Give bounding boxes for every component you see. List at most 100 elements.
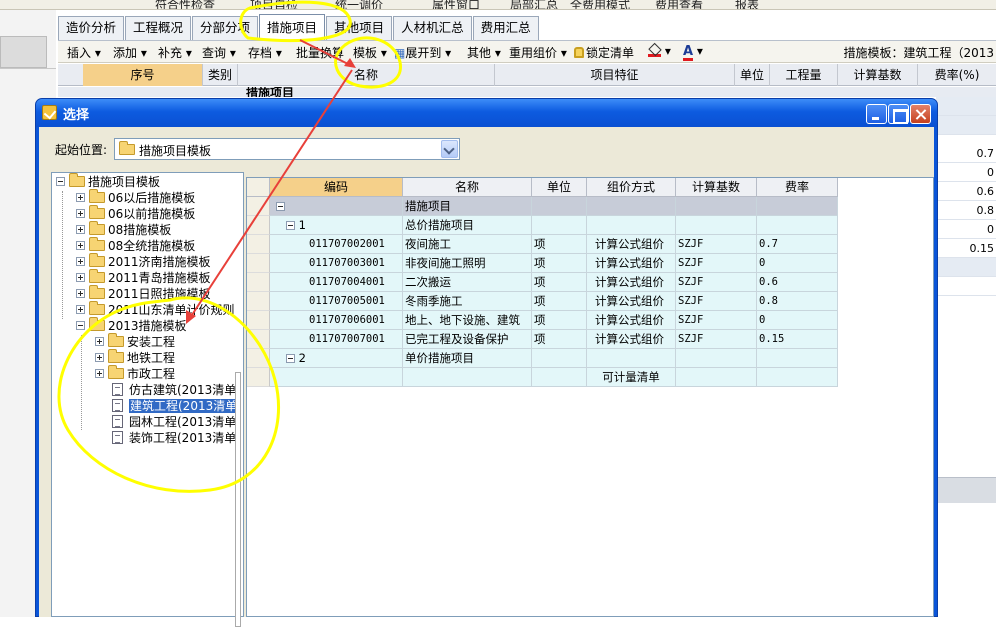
toolbar-item[interactable]: 符合性检查 [155,0,215,9]
toolbar-item[interactable]: 全费用模式 [570,0,630,9]
other-button[interactable]: 其他 ▾ [467,44,501,61]
tree-item[interactable]: 市政工程 [95,365,175,382]
archive-button[interactable]: 存档 ▾ [248,44,282,61]
grid-row[interactable]: 措施项目 [58,87,996,97]
reuse-pricing-button[interactable]: 重用组价 ▾ [509,44,567,61]
column-header[interactable]: 项目特征 [495,64,735,86]
toolbar-item[interactable]: 统一调价 [335,0,383,9]
collapse-icon[interactable] [56,177,65,186]
expand-icon[interactable] [76,225,85,234]
tab-measures[interactable]: 措施项目 [259,14,326,40]
column-header[interactable]: 编码 [270,178,403,197]
chevron-down-icon[interactable] [441,140,458,158]
toolbar-item[interactable]: 费用查看 [655,0,703,9]
expand-icon[interactable] [76,305,85,314]
toolbar-item[interactable]: 项目自检 [250,0,298,9]
expand-icon[interactable] [76,257,85,266]
tree-item[interactable]: 2011日照措施模板 [76,285,211,302]
table-row[interactable]: 011707004001 二次搬运 项 计算公式组价 SZJF 0.6 [270,273,838,292]
column-header[interactable]: 费率 [757,178,838,197]
table-row[interactable]: 011707003001 非夜间施工照明 项 计算公式组价 SZJF 0 [270,254,838,273]
start-location-select[interactable]: 措施项目模板 [114,138,460,160]
tree-item-root[interactable]: 措施项目模板 [56,173,160,190]
tree-item[interactable]: 08措施模板 [76,221,171,238]
column-header[interactable]: 组价方式 [587,178,676,197]
table-row[interactable]: 可计量清单 [270,368,838,387]
tab-fee-summary[interactable]: 费用汇总 [472,16,539,40]
table-row[interactable]: 011707006001 地上、地下设施、建筑 项 计算公式组价 SZJF 0 [270,311,838,330]
grid-cell[interactable]: 0 [936,220,996,239]
toolbar-item[interactable]: 报表 [735,0,759,9]
minimize-button[interactable] [866,104,887,124]
tab-cost-analysis[interactable]: 造价分析 [58,16,125,40]
grid-cell[interactable]: 0.6 [936,182,996,201]
tree-item[interactable]: 2011山东清单计价规则 [76,301,235,318]
tree-item-doc[interactable]: 仿古建筑(2013清单 [112,382,236,398]
collapse-icon[interactable] [76,321,85,330]
tab-labor-material-summary[interactable]: 人材机汇总 [393,16,472,40]
tree-item[interactable]: 地铁工程 [95,349,175,366]
tree-item[interactable]: 08全统措施模板 [76,237,195,254]
expand-icon[interactable] [95,337,104,346]
column-header[interactable]: 费率(%) [918,64,996,86]
table-row[interactable]: 措施项目 [270,197,838,216]
tree-item[interactable]: 2011青岛措施模板 [76,269,211,286]
grid-cell[interactable]: 0 [936,163,996,182]
tree-item[interactable]: 安装工程 [95,333,175,350]
grid-cell[interactable]: 0.15 [936,239,996,258]
add-button[interactable]: 添加 ▾ [113,44,147,61]
table-row[interactable]: 2 单价措施项目 [270,349,838,368]
column-header[interactable]: 单位 [735,64,770,86]
close-button[interactable] [910,104,931,124]
table-row[interactable]: 1 总价措施项目 [270,216,838,235]
query-button[interactable]: 查询 ▾ [202,44,236,61]
toolbar-item[interactable]: 属性窗口 [432,0,480,9]
expand-icon[interactable] [76,193,85,202]
lock-list-button[interactable]: 锁定清单 [574,44,634,61]
column-header[interactable]: 序号 [83,64,203,86]
column-header[interactable]: 工程量 [770,64,838,86]
supplement-button[interactable]: 补充 ▾ [158,44,192,61]
splitter[interactable] [235,372,241,627]
tree-item-doc-selected[interactable]: 建筑工程(2013清单 [112,398,239,414]
column-header[interactable]: 名称 [238,64,495,86]
tree-item[interactable]: 2013措施模板 [76,317,187,334]
expand-to-button[interactable]: ▦展开到 ▾ [394,44,451,61]
expand-icon[interactable] [76,241,85,250]
toolbar-item[interactable]: 局部汇总 [510,0,558,9]
expand-icon[interactable] [76,209,85,218]
tree-item[interactable]: 06以前措施模板 [76,205,195,222]
table-row[interactable]: 011707007001 已完工程及设备保护 项 计算公式组价 SZJF 0.1… [270,330,838,349]
fill-color-button[interactable]: ▾ [648,44,671,58]
expand-icon[interactable] [95,353,104,362]
tree-item[interactable]: 2011济南措施模板 [76,253,211,270]
tree-item-doc[interactable]: 装饰工程(2013清单 [112,430,236,446]
expand-icon[interactable] [95,369,104,378]
table-row[interactable]: 011707002001 夜间施工 项 计算公式组价 SZJF 0.7 [270,235,838,254]
collapse-icon[interactable] [276,202,285,211]
column-header[interactable]: 单位 [532,178,587,197]
column-header[interactable]: 计算基数 [676,178,757,197]
batch-convert-button[interactable]: 批量换算 [296,44,344,61]
tab-project-overview[interactable]: 工程概况 [125,16,192,40]
tree-item[interactable]: 06以后措施模板 [76,189,195,206]
font-color-button[interactable]: A ▾ [683,44,703,61]
table-row[interactable]: 011707005001 冬雨季施工 项 计算公式组价 SZJF 0.8 [270,292,838,311]
grid-cell[interactable]: 0.8 [936,201,996,220]
grid-cell[interactable]: 0.7 [936,144,996,163]
expand-icon[interactable] [76,289,85,298]
tree-item-doc[interactable]: 园林工程(2013清单 [112,414,236,430]
tab-sub-items[interactable]: 分部分项 [192,16,259,40]
expand-icon[interactable] [76,273,85,282]
column-header[interactable]: 计算基数 [838,64,918,86]
collapse-icon[interactable] [286,221,295,230]
dialog-titlebar[interactable]: 选择 [36,99,937,127]
tab-other-items[interactable]: 其他项目 [326,16,393,40]
template-button[interactable]: 模板 ▾ [353,44,387,61]
column-header[interactable]: 类别 [203,64,238,86]
column-header[interactable]: 名称 [403,178,532,197]
maximize-button[interactable] [888,104,909,124]
collapse-icon[interactable] [286,354,295,363]
template-table: 编码 名称 单位 组价方式 计算基数 费率 措施项目 1 总价措施项目 0117… [246,177,934,617]
insert-button[interactable]: 插入 ▾ [67,44,101,61]
